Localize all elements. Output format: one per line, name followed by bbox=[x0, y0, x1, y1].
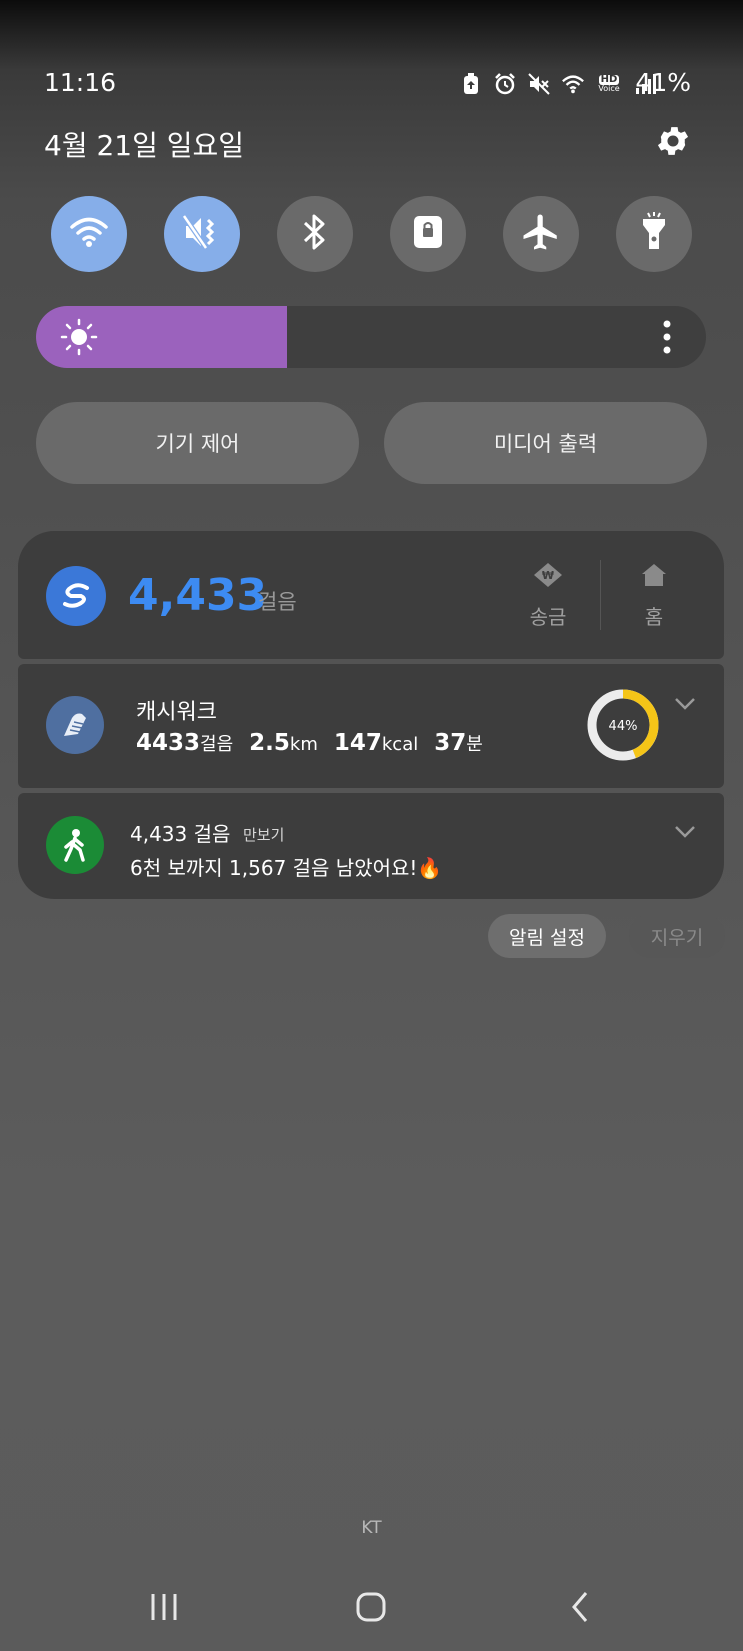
battery-saver-icon bbox=[459, 72, 483, 96]
recents-icon[interactable] bbox=[144, 1590, 184, 1624]
won-icon: ₩ bbox=[533, 562, 563, 593]
flashlight-icon bbox=[639, 211, 669, 257]
more-options-icon[interactable] bbox=[662, 318, 672, 356]
cashwalk-title: 캐시워크 bbox=[136, 700, 217, 725]
home-icon[interactable] bbox=[352, 1590, 392, 1624]
sun-icon bbox=[60, 318, 98, 356]
send-money-label: 송금 bbox=[529, 605, 567, 629]
notification-settings-button[interactable]: 알림 설정 bbox=[488, 914, 606, 958]
step-unit: 걸음 bbox=[258, 590, 297, 614]
chevron-down-icon[interactable] bbox=[674, 696, 696, 710]
bluetooth-icon bbox=[302, 213, 328, 255]
rotation-lock-icon bbox=[411, 213, 445, 255]
airplane-icon bbox=[520, 211, 562, 257]
voice-label: Voice bbox=[598, 84, 620, 93]
mute-vibrate-icon bbox=[181, 214, 222, 254]
progress-ring-label: 44% bbox=[609, 719, 638, 734]
home-label: 홈 bbox=[644, 605, 664, 629]
media-output-button[interactable]: 미디어 출력 bbox=[384, 402, 707, 484]
battery-percent: 41% bbox=[635, 68, 691, 97]
step-count: 4,433 bbox=[128, 570, 268, 621]
back-icon[interactable] bbox=[562, 1590, 602, 1624]
pedometer-app-name: 만보기 bbox=[243, 826, 285, 844]
steps-value: 4433 bbox=[136, 730, 201, 756]
wifi-toggle[interactable] bbox=[51, 196, 127, 272]
walking-person-icon bbox=[46, 816, 104, 874]
steps-stat: 4433걸음 bbox=[136, 730, 233, 756]
home-action[interactable]: 홈 bbox=[614, 562, 694, 630]
bluetooth-toggle[interactable] bbox=[277, 196, 353, 272]
mute-icon bbox=[527, 72, 551, 96]
hd-voice-icon: HD Voice bbox=[595, 72, 623, 96]
alarm-icon bbox=[493, 72, 517, 96]
kcal-stat: 147kcal bbox=[334, 730, 418, 756]
pedometer-title: 4,433 걸음 bbox=[130, 822, 231, 846]
cashwalk-logo-icon bbox=[46, 696, 104, 754]
kcal-value: 147 bbox=[333, 730, 382, 756]
gear-icon[interactable] bbox=[654, 122, 692, 160]
toss-logo-icon bbox=[46, 566, 106, 626]
distance-value: 2.5 bbox=[249, 730, 290, 756]
date-label: 4월 21일 일요일 bbox=[44, 129, 245, 162]
distance-unit: km bbox=[289, 734, 318, 755]
pedometer-notification[interactable] bbox=[18, 793, 724, 899]
distance-stat: 2.5km bbox=[249, 730, 318, 756]
flashlight-toggle[interactable] bbox=[616, 196, 692, 272]
chevron-down-icon[interactable] bbox=[674, 824, 696, 838]
clear-all-button[interactable]: 지우기 bbox=[629, 914, 725, 958]
wifi-icon bbox=[561, 72, 585, 96]
carrier-label: KT bbox=[361, 1518, 382, 1538]
status-time: 11:16 bbox=[44, 68, 117, 97]
action-divider bbox=[600, 560, 601, 630]
pedometer-message: 6천 보까지 1,567 걸음 남았어요!🔥 bbox=[130, 856, 443, 880]
airplane-toggle[interactable] bbox=[503, 196, 579, 272]
device-control-button[interactable]: 기기 제어 bbox=[36, 402, 359, 484]
minutes-unit: 분 bbox=[466, 734, 483, 755]
sound-toggle[interactable] bbox=[164, 196, 240, 272]
svg-text:₩: ₩ bbox=[542, 569, 554, 582]
rotation-lock-toggle[interactable] bbox=[390, 196, 466, 272]
status-icons: HD Voice bbox=[459, 70, 657, 98]
steps-unit: 걸음 bbox=[200, 734, 234, 755]
minutes-value: 37 bbox=[434, 730, 467, 756]
minutes-stat: 37분 bbox=[434, 730, 483, 756]
home-icon bbox=[640, 562, 668, 593]
send-money-action[interactable]: ₩ 송금 bbox=[508, 562, 588, 630]
wifi-icon bbox=[69, 215, 109, 253]
progress-ring: 44% bbox=[586, 688, 660, 762]
brightness-slider[interactable] bbox=[36, 306, 706, 368]
cashwalk-stats: 4433걸음 2.5km 147kcal 37분 bbox=[136, 730, 483, 756]
kcal-unit: kcal bbox=[381, 734, 419, 755]
